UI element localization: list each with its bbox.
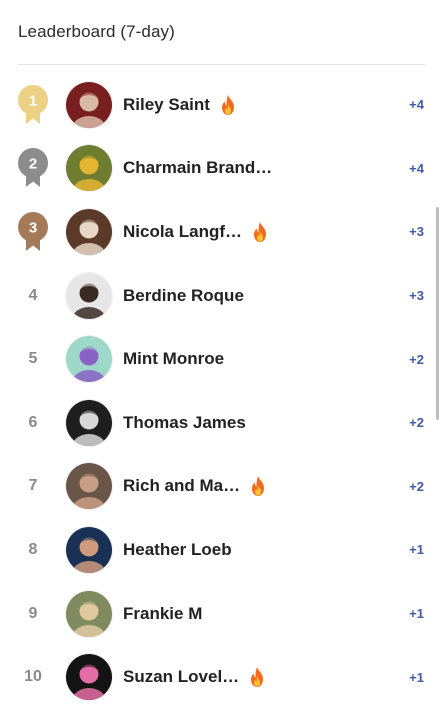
avatar[interactable] [66, 526, 112, 573]
rank-number: 9 [28, 604, 38, 622]
user-name-group: Berdine Roque [123, 286, 244, 306]
avatar[interactable] [66, 208, 112, 255]
rank-number: 3 [29, 219, 37, 236]
points-delta: +2 [409, 351, 424, 367]
user-name-group: Thomas James [123, 413, 246, 433]
user-name-group: Mint Monroe [123, 349, 224, 369]
points-delta: +4 [409, 97, 424, 113]
rank-indicator: 9 [16, 589, 50, 639]
leaderboard-row[interactable]: 5 Mint Monroe +2 [0, 327, 443, 391]
user-name-group: Heather Loeb [123, 540, 232, 560]
points-delta: +4 [409, 160, 424, 176]
rank-number: 4 [28, 286, 38, 304]
rank-number: 2 [29, 156, 37, 173]
rank-indicator: 8 [16, 525, 50, 575]
rank-indicator: 6 [16, 398, 50, 448]
rank-medal-icon: 2 [16, 143, 50, 193]
user-name-group: Frankie M [123, 604, 202, 624]
user-name[interactable]: Berdine Roque [123, 286, 244, 306]
avatar[interactable] [66, 81, 112, 128]
user-name[interactable]: Charmain Brand… [123, 158, 272, 178]
rank-indicator: 4 [16, 271, 50, 321]
avatar[interactable] [66, 654, 112, 701]
rank-number: 1 [29, 92, 37, 109]
fire-icon [218, 94, 238, 116]
user-name[interactable]: Frankie M [123, 604, 202, 624]
rank-number: 8 [28, 540, 38, 558]
fire-icon [248, 475, 268, 497]
avatar[interactable] [66, 336, 112, 383]
leaderboard-row[interactable]: 3 Nicola Langf… +3 [0, 200, 443, 264]
leaderboard-row[interactable]: 8 Heather Loeb +1 [0, 518, 443, 582]
rank-number: 5 [28, 350, 38, 368]
leaderboard-row[interactable]: 6 Thomas James +2 [0, 391, 443, 455]
rank-indicator: 5 [16, 334, 50, 384]
points-delta: +1 [409, 542, 424, 558]
scrollbar[interactable] [436, 207, 439, 420]
user-name[interactable]: Mint Monroe [123, 349, 224, 369]
rank-number: 7 [28, 477, 38, 495]
user-name-group: Suzan Lovel… [123, 666, 267, 688]
rank-number: 6 [28, 413, 38, 431]
rank-indicator: 7 [16, 461, 50, 511]
user-name-group: Rich and Ma… [123, 475, 268, 497]
avatar[interactable] [66, 399, 112, 446]
points-delta: +2 [409, 478, 424, 494]
avatar[interactable] [66, 463, 112, 510]
user-name[interactable]: Nicola Langf… [123, 222, 242, 242]
user-name-group: Riley Saint [123, 94, 238, 116]
avatar[interactable] [66, 145, 112, 192]
points-delta: +3 [409, 224, 424, 240]
leaderboard-row[interactable]: 2 Charmain Brand… +4 [0, 137, 443, 201]
rank-indicator: 10 [16, 652, 50, 702]
user-name-group: Charmain Brand… [123, 158, 272, 178]
user-name[interactable]: Rich and Ma… [123, 476, 240, 496]
user-name[interactable]: Riley Saint [123, 95, 210, 115]
leaderboard-row[interactable]: 10 Suzan Lovel… +1 [0, 645, 443, 709]
points-delta: +1 [409, 606, 424, 622]
points-delta: +2 [409, 415, 424, 431]
leaderboard-row[interactable]: 4 Berdine Roque +3 [0, 264, 443, 328]
page-title: Leaderboard (7-day) [18, 22, 175, 41]
rank-medal-icon: 3 [16, 207, 50, 257]
user-name[interactable]: Heather Loeb [123, 540, 232, 560]
fire-icon [250, 221, 270, 243]
rank-medal-icon: 1 [16, 80, 50, 130]
rank-number: 10 [24, 668, 42, 686]
avatar[interactable] [66, 272, 112, 319]
fire-icon [247, 666, 267, 688]
user-name-group: Nicola Langf… [123, 221, 270, 243]
leaderboard-header: Leaderboard (7-day) [18, 0, 425, 65]
user-name[interactable]: Suzan Lovel… [123, 667, 239, 687]
user-name[interactable]: Thomas James [123, 413, 246, 433]
avatar[interactable] [66, 590, 112, 637]
leaderboard-row[interactable]: 9 Frankie M +1 [0, 582, 443, 646]
points-delta: +3 [409, 288, 424, 304]
leaderboard-row[interactable]: 1 Riley Saint +4 [0, 73, 443, 137]
points-delta: +1 [409, 669, 424, 685]
leaderboard-row[interactable]: 7 Rich and Ma… +2 [0, 455, 443, 519]
